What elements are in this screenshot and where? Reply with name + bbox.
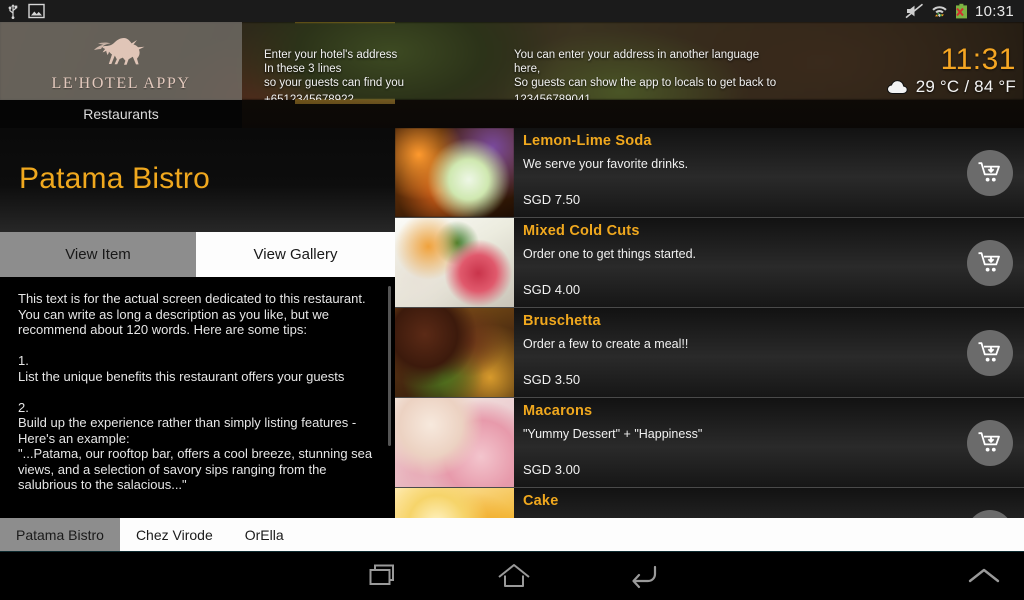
recent-apps-icon[interactable] <box>336 552 432 600</box>
hotel-phone-link[interactable]: +6512345678922 <box>264 93 354 100</box>
android-status-bar: 10:31 <box>0 0 1024 22</box>
menu-item-thumbnail <box>395 398 514 487</box>
status-bar-right-icons: 10:31 <box>905 3 1018 20</box>
menu-item-thumbnail <box>395 308 514 397</box>
menu-item-thumbnail <box>395 128 514 217</box>
menu-item-name: Bruschetta <box>523 313 601 329</box>
add-to-cart-icon[interactable] <box>967 329 1013 376</box>
weather-temperature-row: 29 °C / 84 °F <box>826 76 1016 98</box>
menu-item-description: Order a few to create a meal!! <box>523 337 689 351</box>
address-line: here, <box>514 63 541 75</box>
weather-temperature: 29 °C / 84 °F <box>915 77 1016 96</box>
app-tab-orella[interactable]: OrElla <box>229 518 300 551</box>
menu-item-thumbnail <box>395 488 514 518</box>
weather-widget: 11:31 29 °C / 84 °F <box>826 44 1016 100</box>
menu-item-name: Macarons <box>523 403 593 419</box>
menu-item-name: Mixed Cold Cuts <box>523 223 640 239</box>
detail-tab-bar: View Item View Gallery <box>0 232 395 277</box>
menu-item-name: Cake <box>523 493 559 509</box>
home-icon[interactable] <box>466 552 562 600</box>
menu-item-row[interactable]: Bruschetta Order a few to create a meal!… <box>395 308 1024 398</box>
address-line: In these 3 lines <box>264 63 342 75</box>
hotel-logo-text: LE'HOTEL APPY <box>51 74 191 92</box>
menu-item-info: Cake <box>523 488 954 518</box>
restaurant-title: Patama Bistro <box>19 162 211 195</box>
address-line: So guests can show the app to locals to … <box>514 77 777 89</box>
address-line: Enter your hotel's address <box>264 49 398 61</box>
app-tab-chez-virode[interactable]: Chez Virode <box>120 518 229 551</box>
section-tab-restaurants[interactable]: Restaurants <box>0 100 242 128</box>
menu-item-row[interactable]: Macarons "Yummy Dessert" + "Happiness" S… <box>395 398 1024 488</box>
battery-unknown-icon <box>955 3 968 19</box>
menu-item-price: SGD 7.50 <box>523 192 581 207</box>
menu-item-list[interactable]: Lemon-Lime Soda We serve your favorite d… <box>395 128 1024 518</box>
cloud-icon <box>886 79 910 95</box>
menu-item-price: SGD 4.00 <box>523 282 581 297</box>
address-line: You can enter your address in another la… <box>514 49 760 61</box>
expand-up-icon[interactable] <box>936 552 1024 600</box>
header-clock: 11:31 <box>940 43 1016 76</box>
add-to-cart-icon[interactable] <box>967 239 1013 286</box>
pegasus-horse-logo-icon <box>82 30 160 74</box>
address-line: so your guests can find you <box>264 77 404 89</box>
hotel-header: LE'HOTEL APPY Enter your hotel's address… <box>0 22 1024 100</box>
menu-item-description: "Yummy Dessert" + "Happiness" <box>523 427 703 441</box>
status-bar-clock: 10:31 <box>974 2 1014 20</box>
volume-mute-icon <box>905 3 924 19</box>
hotel-address-column-1: Enter your hotel's address In these 3 li… <box>264 48 504 100</box>
menu-item-info: Bruschetta Order a few to create a meal!… <box>523 308 954 397</box>
menu-item-row[interactable]: Cake <box>395 488 1024 518</box>
tab-view-gallery[interactable]: View Gallery <box>196 232 395 277</box>
add-to-cart-icon[interactable] <box>967 509 1013 518</box>
menu-item-row[interactable]: Mixed Cold Cuts Order one to get things … <box>395 218 1024 308</box>
android-navigation-bar <box>0 552 1024 600</box>
add-to-cart-icon[interactable] <box>967 149 1013 196</box>
menu-item-description: We serve your favorite drinks. <box>523 157 689 171</box>
tab-view-item[interactable]: View Item <box>0 232 196 277</box>
menu-item-info: Lemon-Lime Soda We serve your favorite d… <box>523 128 954 217</box>
usb-icon <box>6 3 20 19</box>
menu-item-price: SGD 3.50 <box>523 372 581 387</box>
menu-item-thumbnail <box>395 218 514 307</box>
menu-item-row[interactable]: Lemon-Lime Soda We serve your favorite d… <box>395 128 1024 218</box>
menu-item-description: Order one to get things started. <box>523 247 697 261</box>
hotel-logo[interactable]: LE'HOTEL APPY <box>0 22 242 100</box>
header-bottom-shadow <box>242 100 1024 128</box>
menu-item-description <box>523 509 954 517</box>
back-icon[interactable] <box>596 552 692 600</box>
description-scrollbar[interactable] <box>388 286 391 446</box>
app-tab-patama-bistro[interactable]: Patama Bistro <box>0 518 120 551</box>
restaurant-tab-strip: Patama Bistro Chez Virode OrElla <box>0 518 1024 552</box>
status-bar-left-icons <box>6 3 45 19</box>
restaurant-detail-panel: Patama Bistro View Item View Gallery Thi… <box>0 128 395 518</box>
add-to-cart-icon[interactable] <box>967 419 1013 466</box>
screenshot-image-icon <box>28 3 45 19</box>
wifi-icon <box>931 3 948 19</box>
menu-item-name: Lemon-Lime Soda <box>523 133 652 149</box>
menu-item-price: SGD 3.00 <box>523 462 581 477</box>
menu-item-info: Macarons "Yummy Dessert" + "Happiness" S… <box>523 398 954 487</box>
menu-item-info: Mixed Cold Cuts Order one to get things … <box>523 218 954 307</box>
hotel-phone-link[interactable]: 123456789041 <box>514 93 591 100</box>
restaurant-description: This text is for the actual screen dedic… <box>18 291 373 492</box>
hotel-address-column-2: You can enter your address in another la… <box>514 48 834 100</box>
